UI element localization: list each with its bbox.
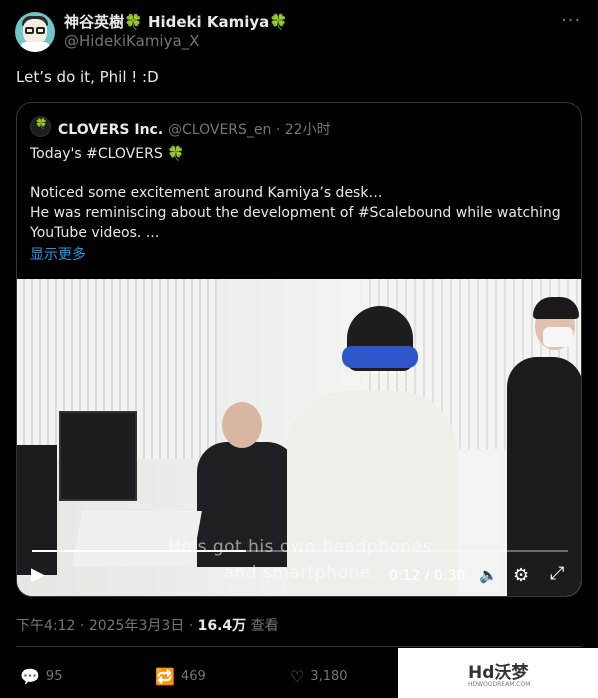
author-avatar[interactable] <box>15 12 55 52</box>
tweet-meta: 下午4:12 · 2025年3月3日 · 16.4万 查看 <box>16 615 279 635</box>
separator: · <box>75 618 89 634</box>
divider <box>16 646 582 647</box>
fullscreen-icon[interactable]: ⤢ <box>550 563 564 584</box>
watermark-subtitle: HDWOODREAM.COM <box>468 681 531 688</box>
tweet-time[interactable]: 下午4:12 <box>16 618 75 634</box>
settings-icon[interactable]: ⚙ <box>513 565 529 586</box>
view-count: 16.4万 <box>197 618 247 634</box>
avatar-glasses-right <box>36 27 45 34</box>
quoted-author-avatar[interactable]: 🍀 <box>30 116 51 137</box>
clover-icon: 🍀 <box>269 13 288 31</box>
like-count: 3,180 <box>310 669 348 684</box>
avatar-shirt <box>20 42 50 52</box>
quoted-author-line: CLOVERS Inc. @CLOVERS_en · 22小时 <box>58 119 331 139</box>
person-head <box>222 402 262 448</box>
reply-button[interactable]: 💬 95 <box>20 667 62 686</box>
quoted-text-line-3: He was reminiscing about the development… <box>30 205 561 221</box>
video-caption-line-1: He's got his own headphones <box>168 537 432 557</box>
watermark: Hd沃梦 HDWOODREAM.COM <box>398 648 598 698</box>
tweet-text: Let’s do it, Phil ! :D <box>16 68 159 86</box>
quoted-text-line-2: Noticed some excitement around Kamiya’s … <box>30 185 383 201</box>
person-body <box>507 357 581 596</box>
volume-icon[interactable]: 🔈 <box>479 566 498 584</box>
watermark-title: Hd沃梦 <box>468 663 529 683</box>
repost-button[interactable]: 🔁 469 <box>155 667 206 686</box>
show-more-link[interactable]: 显示更多 <box>30 244 86 264</box>
quoted-text-line-4: YouTube videos. ... <box>30 225 160 241</box>
separator: · <box>271 122 285 138</box>
repost-icon: 🔁 <box>155 667 175 686</box>
author-name-ja: 神谷英樹 <box>64 13 125 31</box>
separator: · <box>184 618 198 634</box>
video-player[interactable]: He's got his own headphones and smartpho… <box>17 279 581 596</box>
quoted-author-handle[interactable]: @CLOVERS_en <box>168 122 271 138</box>
like-button[interactable]: ♡ 3,180 <box>290 667 348 686</box>
reply-count: 95 <box>45 669 63 684</box>
avatar-glasses-left <box>25 27 34 34</box>
author-name-en: Hideki Kamiya <box>147 13 270 31</box>
tweet-date[interactable]: 2025年3月3日 <box>89 618 184 634</box>
person-hair <box>533 297 579 319</box>
person-mask <box>543 327 573 347</box>
views-label: 查看 <box>250 618 279 634</box>
clover-icon: 🍀 <box>124 13 143 31</box>
author-name[interactable]: 神谷英樹🍀 Hideki Kamiya🍀 <box>64 11 288 32</box>
play-icon[interactable]: ▶ <box>31 564 45 585</box>
video-time: 0:12 / 0:30 <box>389 568 466 584</box>
quoted-text-line-1: Today's #CLOVERS 🍀 <box>30 146 185 162</box>
quoted-tweet[interactable]: 🍀 CLOVERS Inc. @CLOVERS_en · 22小时 Today'… <box>16 102 582 597</box>
quoted-author-name[interactable]: CLOVERS Inc. <box>58 122 163 138</box>
video-monitor <box>59 411 137 501</box>
like-icon: ♡ <box>290 667 305 686</box>
more-options-icon[interactable]: ··· <box>561 10 581 31</box>
person-hat-band <box>342 346 418 368</box>
reply-icon: 💬 <box>20 667 40 686</box>
quoted-time[interactable]: 22小时 <box>285 122 331 138</box>
clover-logo-icon: 🍀 <box>35 119 48 130</box>
repost-count: 469 <box>180 669 206 684</box>
author-handle[interactable]: @HidekiKamiya_X <box>64 32 199 50</box>
